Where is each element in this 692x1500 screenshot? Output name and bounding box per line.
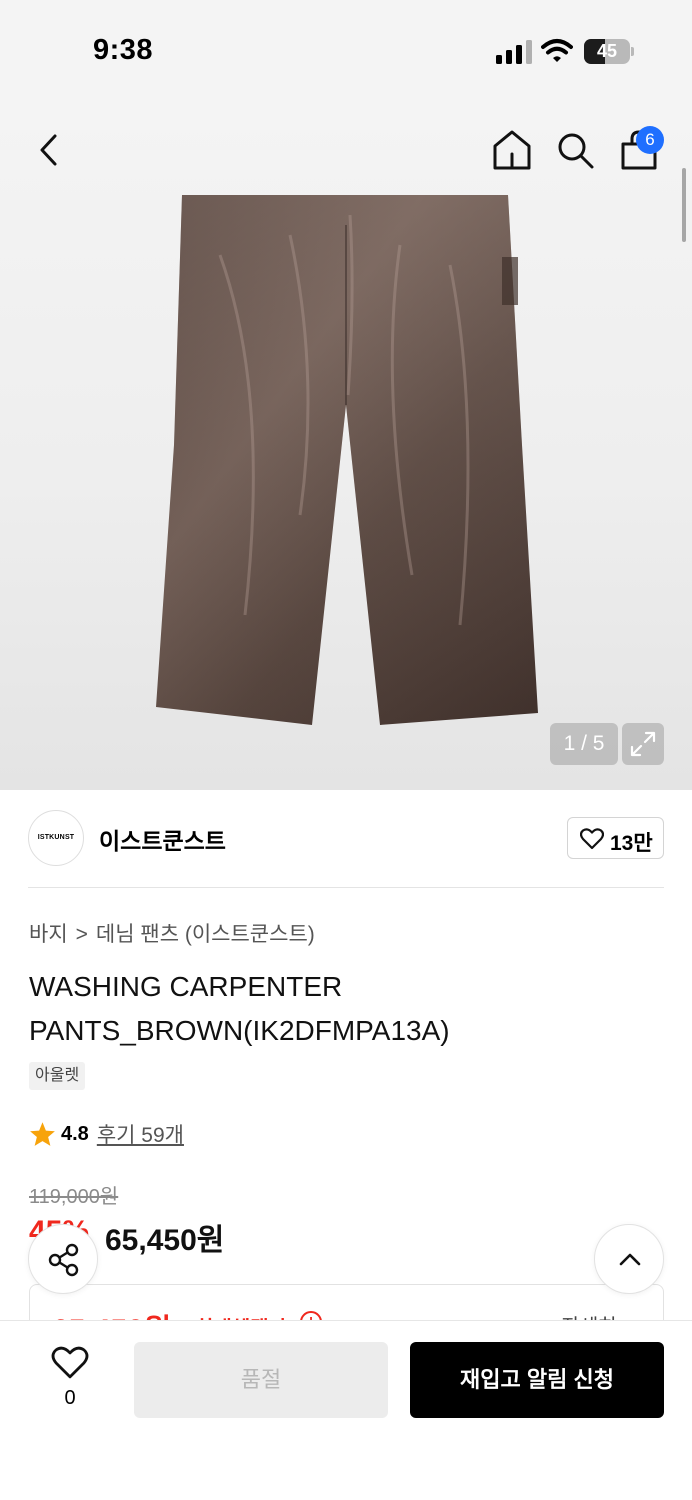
share-button[interactable] (28, 1224, 98, 1294)
wifi-icon (541, 39, 573, 62)
heart-icon (51, 1346, 89, 1379)
signal-icon (496, 40, 532, 64)
scrollbar[interactable] (682, 168, 686, 242)
brand-like-count: 13만 (610, 832, 653, 855)
sale-price: 65,450원 (105, 1224, 225, 1257)
brand-name[interactable]: 이스트쿤스트 (99, 822, 226, 856)
breadcrumb: 바지 > 데님 팬츠 (이스트쿤스트) (29, 918, 315, 948)
rating-row: 4.8 후기 59개 (29, 1119, 184, 1149)
restock-alert-button[interactable]: 재입고 알림 신청 (410, 1342, 664, 1418)
star-icon (30, 1122, 55, 1146)
soldout-button[interactable]: 품절 (134, 1342, 388, 1418)
outlet-tag: 아울렛 (29, 1062, 86, 1090)
expand-icon (630, 731, 656, 757)
divider (28, 887, 664, 888)
battery-level: 45 (596, 41, 618, 61)
brand-like-button[interactable]: 13만 (567, 817, 664, 859)
image-counter: 1 / 5 (550, 723, 618, 765)
expand-button[interactable] (622, 723, 664, 765)
scroll-top-button[interactable] (594, 1224, 664, 1294)
status-bar: 9:38 45 (0, 0, 692, 100)
breadcrumb-category[interactable]: 바지 (29, 923, 68, 946)
cart-count-badge: 6 (636, 126, 664, 154)
chevron-right-icon: > (75, 923, 88, 946)
battery-icon: 45 (584, 39, 634, 64)
status-time: 9:38 (93, 34, 154, 66)
search-icon[interactable] (555, 130, 595, 170)
heart-icon (580, 828, 604, 850)
product-image (156, 195, 538, 725)
product-title: WASHING CARPENTER PANTS_BROWN(IK2DFMPA13… (29, 971, 450, 1046)
share-icon (48, 1243, 79, 1277)
brand-logo[interactable]: ISTKUNST (28, 810, 84, 866)
wishlist-button[interactable]: 0 (40, 1344, 100, 1414)
home-icon[interactable] (491, 128, 533, 172)
original-price: 119,000원 (29, 1186, 119, 1208)
review-link[interactable]: 후기 59개 (97, 1119, 184, 1149)
chevron-up-icon (619, 1253, 641, 1266)
back-icon[interactable] (32, 128, 68, 172)
rating-value: 4.8 (61, 1122, 89, 1145)
breadcrumb-subcategory[interactable]: 데님 팬츠 (이스트쿤스트) (96, 923, 315, 946)
wishlist-count: 0 (64, 1387, 76, 1409)
